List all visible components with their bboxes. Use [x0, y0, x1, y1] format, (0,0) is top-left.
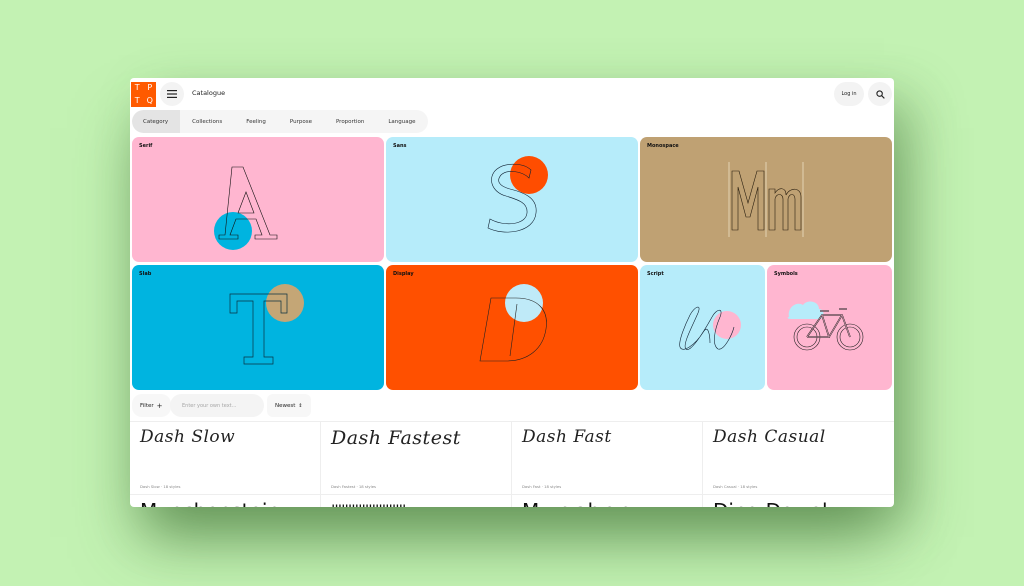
logo-letter: Q	[146, 95, 153, 105]
category-card-slab[interactable]: Slab	[132, 265, 384, 390]
category-tabs: Category Collections Feeling Purpose Pro…	[132, 110, 428, 133]
slab-letter-t-art	[229, 284, 304, 365]
font-list: Dash Slow Dash Slow · 18 styles Dash Fas…	[130, 421, 894, 507]
custom-text-input[interactable]	[170, 394, 264, 417]
sans-letter-s-art	[487, 156, 548, 233]
filter-button[interactable]: Filter +	[132, 394, 171, 417]
category-label: Display	[393, 271, 414, 277]
font-card[interactable]: ||||||||||||||||||||||	[321, 494, 512, 507]
category-label: Sans	[393, 143, 407, 149]
hamburger-icon	[167, 90, 177, 98]
tab-purpose[interactable]: Purpose	[278, 110, 324, 133]
category-card-symbols[interactable]: Symbols	[767, 265, 892, 390]
tptq-logo[interactable]: T P T Q	[131, 82, 156, 107]
search-button[interactable]	[868, 82, 892, 106]
category-card-sans[interactable]: Sans	[386, 137, 638, 262]
font-sample: Ding Dowel	[713, 499, 828, 507]
app-window: T P T Q Catalogue Log in Category Collec…	[130, 78, 894, 507]
font-meta: Dash Casual · 18 styles	[713, 484, 758, 489]
font-card[interactable]: Munchenstein	[130, 494, 321, 507]
tab-category[interactable]: Category	[132, 110, 181, 133]
category-card-script[interactable]: Script	[640, 265, 765, 390]
login-button[interactable]: Log in	[834, 82, 864, 106]
category-label: Symbols	[774, 271, 798, 277]
font-meta: Dash Fastest · 18 styles	[331, 484, 377, 489]
font-sample: Munchenstein	[140, 499, 280, 507]
logo-letter: T	[134, 83, 140, 92]
search-icon	[875, 89, 885, 99]
filter-label: Filter	[140, 402, 154, 409]
accent-dot	[214, 212, 252, 250]
font-meta: Dash Fast · 18 styles	[522, 484, 562, 489]
font-sample: Dash Fastest	[331, 427, 461, 449]
category-label: Serif	[139, 143, 153, 149]
tab-collections[interactable]: Collections	[180, 110, 234, 133]
cloud-icon	[787, 301, 824, 319]
logo-letter: T	[134, 95, 140, 105]
bicycle-icon	[787, 301, 864, 351]
font-card[interactable]: Dash Fastest Dash Fastest · 18 styles	[321, 422, 512, 494]
font-card[interactable]: Dash Fast Dash Fast · 18 styles	[512, 422, 703, 494]
tab-language[interactable]: Language	[376, 110, 427, 133]
menu-button[interactable]	[160, 82, 184, 106]
sort-select[interactable]: Newest ⇕	[267, 394, 311, 417]
tab-feeling[interactable]: Feeling	[234, 110, 278, 133]
plus-icon: +	[156, 401, 163, 410]
tab-proportion[interactable]: Proportion	[324, 110, 376, 133]
font-meta: Dash Slow · 18 styles	[140, 484, 181, 489]
display-letter-d-art	[479, 284, 547, 362]
category-card-serif[interactable]: Serif	[132, 137, 384, 262]
font-sample: Dash Slow	[140, 427, 236, 447]
category-card-display[interactable]: Display	[386, 265, 638, 390]
font-card[interactable]: Munchenz	[512, 494, 703, 507]
font-card[interactable]: Dash Casual Dash Casual · 18 styles	[703, 422, 894, 494]
accent-dot	[266, 284, 304, 322]
top-bar: T P T Q Catalogue Log in	[130, 78, 894, 108]
font-sample: Munchenz	[522, 499, 648, 507]
font-card[interactable]: Ding Dowel	[703, 494, 894, 507]
font-card[interactable]: Dash Slow Dash Slow · 18 styles	[130, 422, 321, 494]
monospace-mm-art	[728, 162, 804, 237]
category-label: Monospace	[647, 143, 679, 149]
serif-letter-a-art	[214, 166, 278, 250]
font-sample: Dash Casual	[713, 427, 826, 447]
sort-arrows-icon: ⇕	[298, 402, 303, 409]
logo-letter: P	[147, 83, 153, 92]
font-sample: Dash Fast	[522, 427, 612, 447]
category-label: Slab	[139, 271, 152, 277]
sort-label: Newest	[275, 402, 296, 409]
font-sample: ||||||||||||||||||||||	[331, 503, 406, 507]
category-label: Script	[647, 271, 664, 277]
accent-dot	[505, 284, 543, 322]
catalogue-link[interactable]: Catalogue	[192, 89, 225, 97]
accent-dot	[510, 156, 548, 194]
script-letter-u-art	[679, 306, 741, 350]
category-card-monospace[interactable]: Monospace	[640, 137, 892, 262]
